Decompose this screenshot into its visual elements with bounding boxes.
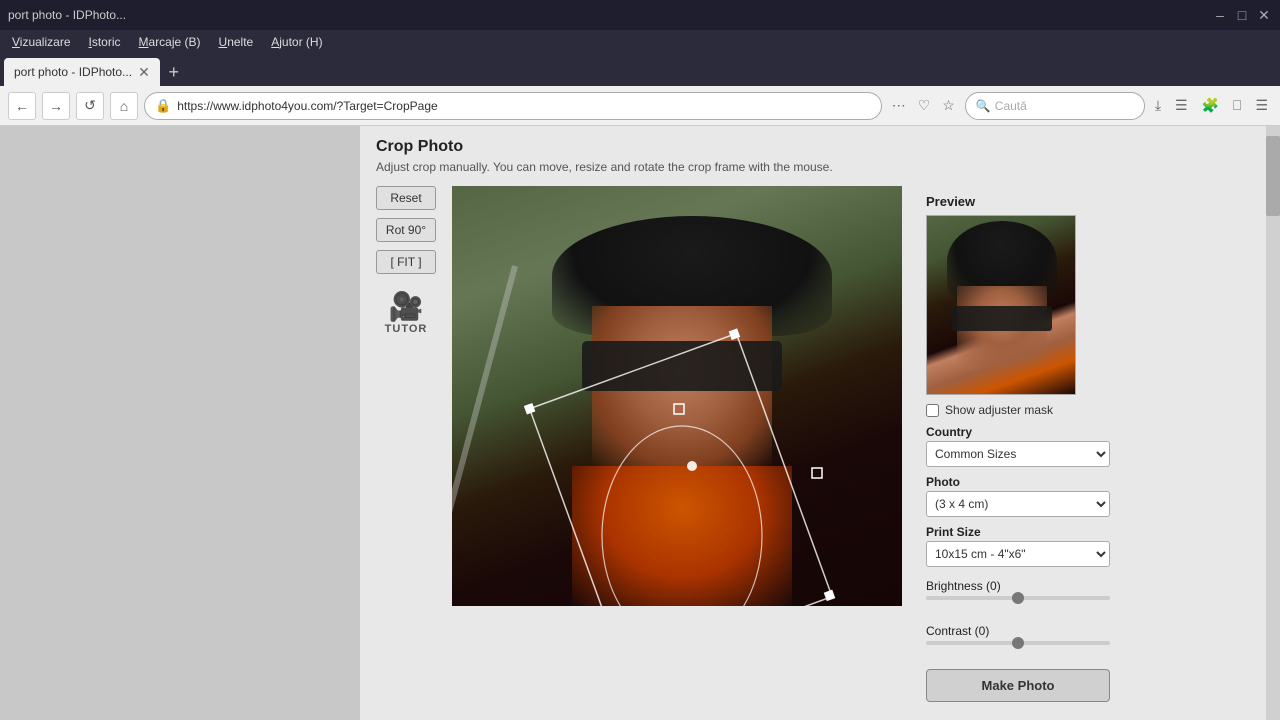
brightness-label: Brightness (0) <box>926 579 1110 593</box>
menu-bar: Vizualizare Istoric Marcaje (B) Unelte A… <box>0 30 1280 54</box>
tab-label: port photo - IDPhoto... <box>14 65 132 79</box>
minimize-button[interactable]: – <box>1212 7 1228 23</box>
scrollbar[interactable] <box>1266 126 1280 720</box>
brightness-thumb[interactable] <box>1012 592 1024 604</box>
title-bar: port photo - IDPhoto... – □ ✕ <box>0 0 1280 30</box>
menu-vizualizare[interactable]: Vizualizare <box>4 33 79 51</box>
menu-unelte[interactable]: Unelte <box>211 33 262 51</box>
mask-shape <box>582 341 782 391</box>
tutor-label: TUTOR <box>385 323 428 335</box>
bookmark-icon[interactable]: ♡ <box>914 95 935 116</box>
preview-mask <box>952 306 1052 331</box>
search-icon: 🔍 <box>976 99 991 113</box>
home-button[interactable]: ⌂ <box>110 92 138 120</box>
left-sidebar <box>0 126 360 720</box>
tutor-button[interactable]: 🎥 TUTOR <box>376 290 436 335</box>
photo-label: Photo <box>926 475 1110 489</box>
tutor-icon: 🎥 <box>389 290 424 323</box>
show-adjuster-label: Show adjuster mask <box>945 403 1053 417</box>
page-title: Crop Photo <box>376 138 1264 156</box>
preview-image <box>926 215 1076 395</box>
menu-marcaje[interactable]: Marcaje (B) <box>131 33 209 51</box>
window-controls: – □ ✕ <box>1212 7 1272 23</box>
country-dropdown[interactable]: Common Sizes USA EU <box>926 441 1110 467</box>
brightness-track <box>926 596 1110 600</box>
bar-chart-icon[interactable]: ☰ <box>1171 95 1192 116</box>
contrast-thumb[interactable] <box>1012 637 1024 649</box>
crop-image-container[interactable] <box>452 186 902 606</box>
refresh-button[interactable]: ↺ <box>76 92 104 120</box>
search-placeholder: Caută <box>995 99 1027 113</box>
preview-label: Preview <box>926 194 1110 209</box>
print-size-section: Print Size 10x15 cm - 4"x6" 13x18 cm 15x… <box>926 525 1110 567</box>
search-bar[interactable]: 🔍 Caută <box>965 92 1145 120</box>
lock-icon: 🔒 <box>155 98 171 114</box>
show-adjuster-row: Show adjuster mask <box>926 403 1110 417</box>
fit-button[interactable]: [ FIT ] <box>376 250 436 274</box>
photo-dropdown[interactable]: (3 x 4 cm) (4 x 5 cm) (2 x 2 in) <box>926 491 1110 517</box>
preview-section: Preview <box>926 194 1110 395</box>
print-size-dropdown[interactable]: 10x15 cm - 4"x6" 13x18 cm 15x20 cm <box>926 541 1110 567</box>
sidebar-icon[interactable]: ⎕ <box>1229 95 1245 116</box>
nav-bar: ← → ↺ ⌂ 🔒 https://www.idphoto4you.com/?T… <box>0 86 1280 126</box>
contrast-track <box>926 641 1110 645</box>
photo-background <box>452 186 902 606</box>
show-adjuster-checkbox[interactable] <box>926 404 939 417</box>
brightness-section: Brightness (0) <box>926 579 1110 612</box>
menu-ajutor[interactable]: Ajutor (H) <box>263 33 330 51</box>
content-area: Crop Photo Adjust crop manually. You can… <box>360 126 1280 720</box>
active-tab[interactable]: port photo - IDPhoto... ✕ <box>4 58 160 86</box>
country-label: Country <box>926 425 1110 439</box>
page-body: Crop Photo Adjust crop manually. You can… <box>0 126 1280 720</box>
scrollbar-thumb[interactable] <box>1266 136 1280 216</box>
shirt-shape <box>572 466 792 606</box>
crop-tools: Reset Rot 90° [ FIT ] 🎥 TUTOR <box>376 186 436 710</box>
reset-button[interactable]: Reset <box>376 186 436 210</box>
forward-button[interactable]: → <box>42 92 70 120</box>
right-panel: Preview Show adjuster mask Country <box>918 186 1118 710</box>
back-button[interactable]: ← <box>8 92 36 120</box>
nav-icons: ⋯ ♡ ☆ <box>888 95 959 116</box>
tab-close-button[interactable]: ✕ <box>138 64 150 81</box>
maximize-button[interactable]: □ <box>1234 7 1250 23</box>
download-icon[interactable]: ⤓ <box>1151 95 1165 116</box>
close-button[interactable]: ✕ <box>1256 7 1272 23</box>
country-section: Country Common Sizes USA EU <box>926 425 1110 467</box>
rotate-button[interactable]: Rot 90° <box>376 218 436 242</box>
overflow-icon[interactable]: ⋯ <box>888 95 910 116</box>
star-icon[interactable]: ☆ <box>938 95 959 116</box>
url-text: https://www.idphoto4you.com/?Target=Crop… <box>177 99 871 113</box>
menu-istoric[interactable]: Istoric <box>81 33 129 51</box>
menu-icon[interactable]: ☰ <box>1251 95 1272 116</box>
crop-container: Reset Rot 90° [ FIT ] 🎥 TUTOR <box>376 186 1264 710</box>
tab-bar: port photo - IDPhoto... ✕ + <box>0 54 1280 86</box>
contrast-section: Contrast (0) <box>926 624 1110 657</box>
page-subtitle: Adjust crop manually. You can move, resi… <box>376 160 1264 174</box>
address-bar[interactable]: 🔒 https://www.idphoto4you.com/?Target=Cr… <box>144 92 882 120</box>
make-photo-button[interactable]: Make Photo <box>926 669 1110 702</box>
new-tab-button[interactable]: + <box>160 58 188 86</box>
print-size-label: Print Size <box>926 525 1110 539</box>
photo-section: Photo (3 x 4 cm) (4 x 5 cm) (2 x 2 in) <box>926 475 1110 517</box>
extension-icon[interactable]: 🧩 <box>1198 95 1223 116</box>
contrast-label: Contrast (0) <box>926 624 1110 638</box>
title-text: port photo - IDPhoto... <box>8 8 126 22</box>
